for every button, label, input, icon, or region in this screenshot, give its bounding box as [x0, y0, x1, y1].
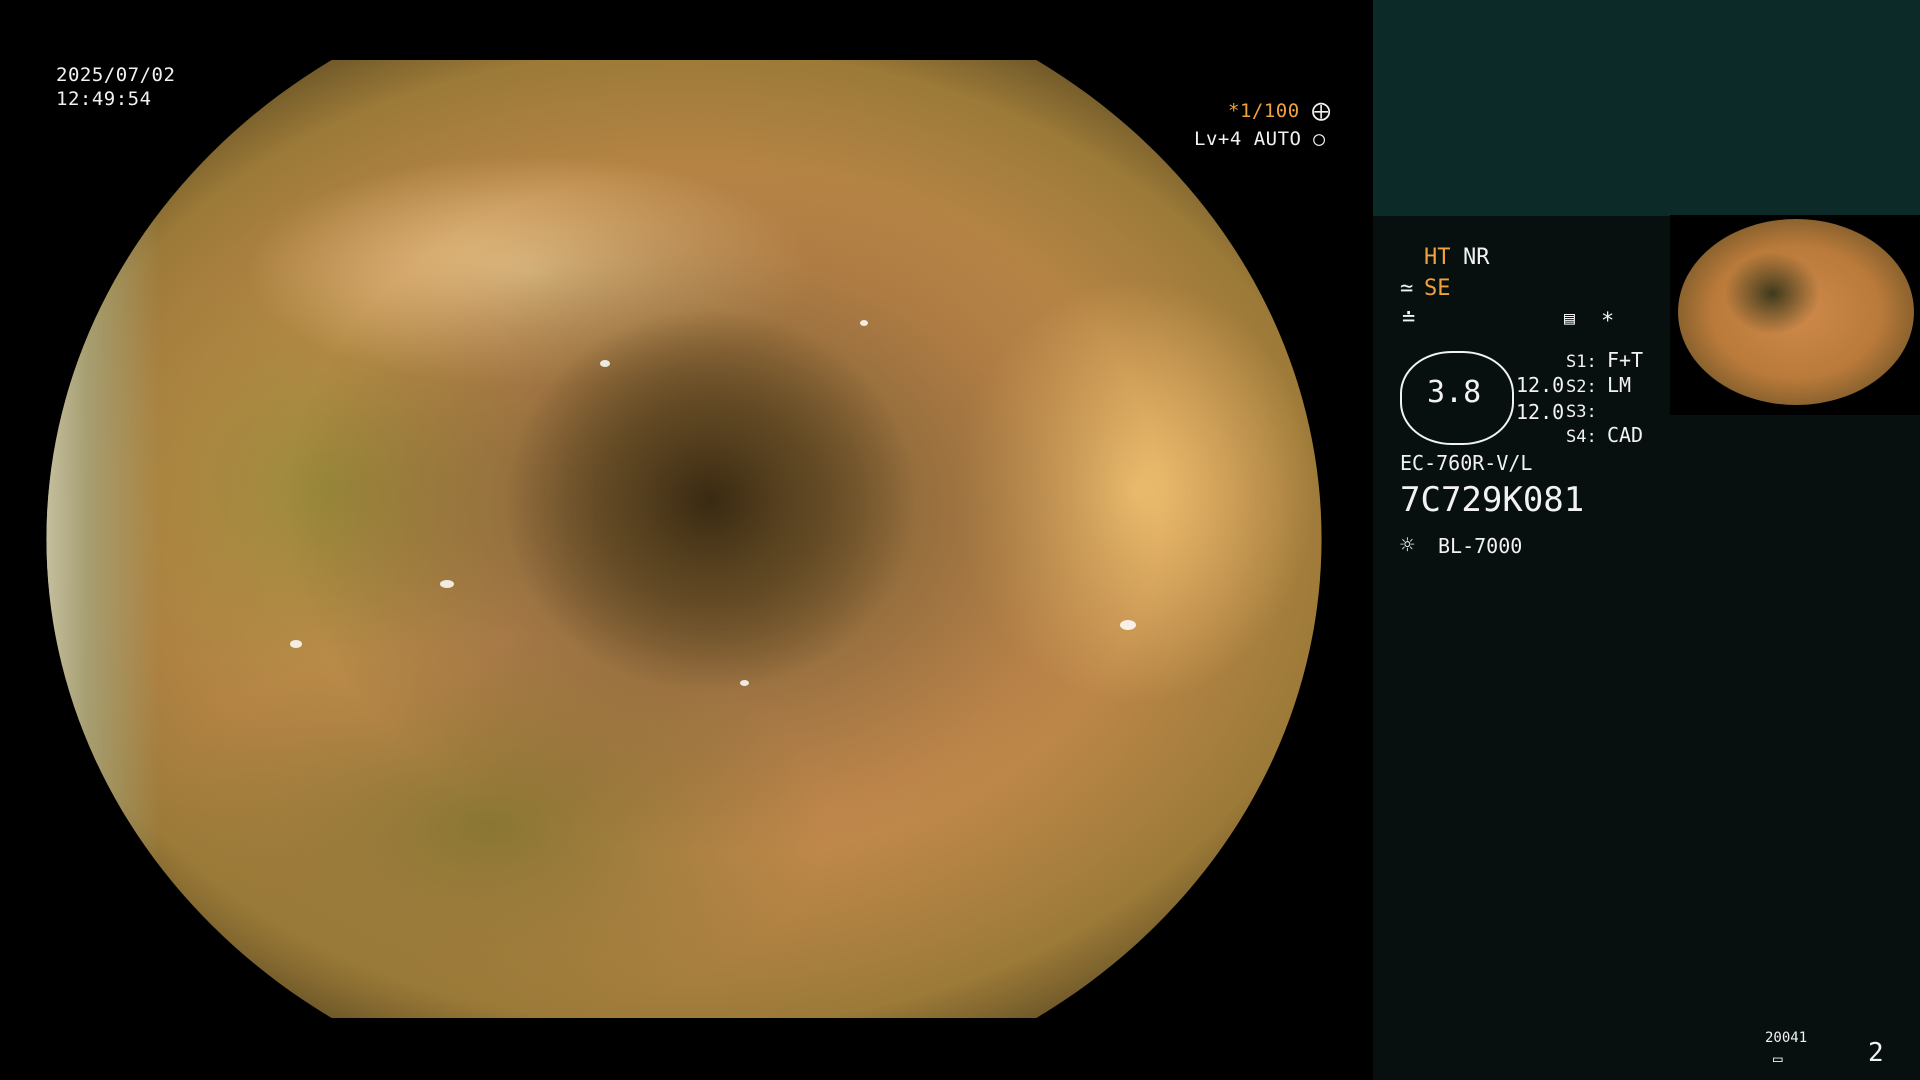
filter-icon: ≐	[1402, 306, 1416, 331]
ht-label: HT	[1424, 245, 1451, 270]
specular-highlight	[440, 580, 454, 588]
lens-rim-highlight	[46, 180, 160, 880]
s2-value: LM	[1606, 373, 1632, 397]
specular-highlight	[600, 360, 610, 367]
nr-label: NR	[1463, 245, 1490, 270]
s4-key: S4:	[1566, 427, 1597, 447]
specular-highlight	[740, 680, 749, 686]
specular-highlight	[860, 320, 868, 326]
scope-tip-icon: ≃	[1400, 276, 1414, 301]
s2-label: S2: LM	[1566, 372, 1631, 400]
s1-label: S1: F+T	[1566, 347, 1643, 375]
s3-label: S3:	[1566, 397, 1597, 425]
page-number: 2	[1868, 1038, 1884, 1068]
s3-key: S3:	[1566, 402, 1597, 422]
sidebar-header-area	[1373, 0, 1920, 216]
date-label: 2025/07/02	[56, 64, 176, 86]
s4-label: S4: CAD	[1566, 422, 1643, 450]
time-label: 12:49:54	[56, 88, 152, 110]
serial-number: 7C729K081	[1400, 480, 1585, 520]
s1-key: S1:	[1566, 352, 1597, 372]
level-value: Lv+4 AUTO	[1194, 128, 1302, 150]
specular-highlight	[1120, 620, 1136, 630]
value-12-a: 12.0	[1516, 373, 1565, 397]
s4-value: CAD	[1606, 423, 1644, 447]
record-count: 20041	[1765, 1030, 1808, 1046]
endoscope-view: 2025/07/02 12:49:54 *1/100 ⨁ Lv+4 AUTO ◯	[0, 0, 1373, 1080]
shutter-value: *1/100	[1228, 100, 1300, 122]
thumbnail-preview[interactable]	[1670, 215, 1920, 415]
asterisk-mark: *	[1601, 309, 1615, 334]
settings-panel-icon: ▤	[1564, 308, 1575, 329]
light-source: BL-7000	[1438, 534, 1523, 558]
lamp-icon: ☼	[1400, 531, 1415, 559]
thumbnail-image	[1678, 219, 1914, 405]
s1-value: F+T	[1606, 348, 1644, 372]
disk-icon: ▭	[1773, 1049, 1783, 1068]
endoscopic-image	[46, 60, 1322, 1018]
auto-exposure-icon: ◯	[1313, 128, 1326, 150]
aperture-icon: ⨁	[1311, 100, 1332, 122]
zoom-value: 3.8	[1427, 375, 1482, 410]
specular-highlight	[290, 640, 302, 648]
shutter-label: *1/100 ⨁	[1228, 100, 1331, 123]
se-label: SE	[1424, 276, 1451, 301]
s2-key: S2:	[1566, 377, 1597, 397]
level-label: Lv+4 AUTO ◯	[1194, 128, 1325, 151]
scope-model: EC-760R-V/L	[1400, 451, 1533, 475]
value-12-b: 12.0	[1516, 400, 1565, 424]
